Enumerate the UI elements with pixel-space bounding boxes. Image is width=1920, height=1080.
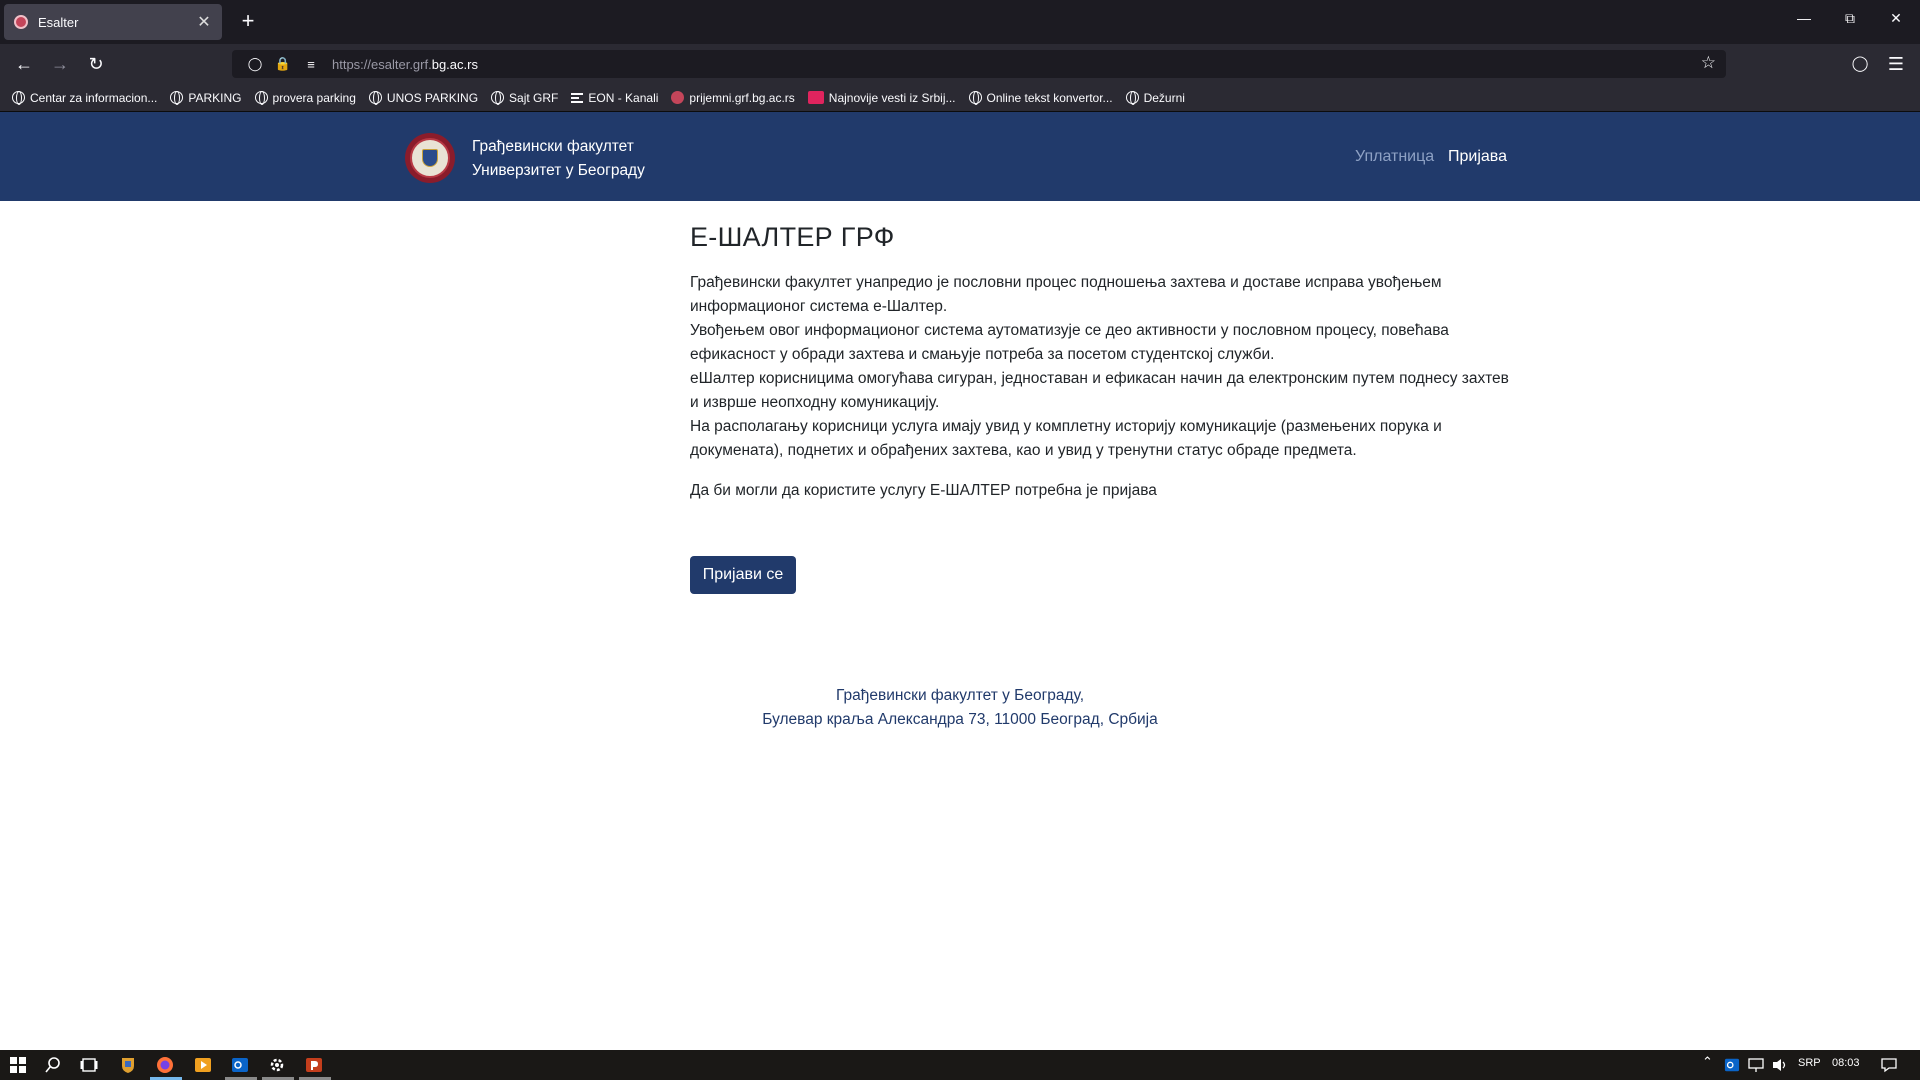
firefox-icon[interactable] <box>156 1056 174 1074</box>
footer-line-2: Булевар краља Александра 73, 11000 Беогр… <box>762 711 1158 728</box>
login-note: Да би могли да користите услугу Е-ШАЛТЕР… <box>690 482 1157 499</box>
logo-seal-icon <box>410 138 450 178</box>
globe-icon <box>1125 91 1139 105</box>
bookmark-item[interactable]: EON - Kanali <box>571 91 658 105</box>
pocket-icon[interactable]: ◯ <box>1848 52 1872 76</box>
bookmark-item[interactable]: Dežurni <box>1125 90 1185 105</box>
bookmarks-toolbar: Centar za informacion... PARKING provera… <box>0 84 1920 112</box>
intro-paragraph: Грађевински факултет унапредио је послов… <box>690 274 1442 315</box>
nav-payment-link[interactable]: Уплатница <box>1355 148 1434 166</box>
footer-line-1: Грађевински факултет у Београду, <box>835 687 1085 704</box>
bookmark-item[interactable]: PARKING <box>170 90 242 105</box>
bookmark-label: provera parking <box>272 90 356 105</box>
globe-icon <box>254 91 268 105</box>
lock-icon[interactable]: 🔒 <box>272 56 294 72</box>
login-button[interactable]: Пријави се <box>690 556 796 594</box>
bookmark-label: EON - Kanali <box>588 90 659 105</box>
bookmark-label: Sajt GRF <box>509 90 559 105</box>
media-player-icon[interactable] <box>194 1056 212 1074</box>
intro-paragraph: еШалтер корисницима омогућава сигуран, ј… <box>690 370 1509 411</box>
bookmark-star-icon[interactable]: ☆ <box>1701 53 1716 73</box>
taskbar: ⌃ SRP 08:03 <box>0 1050 1920 1080</box>
forward-icon[interactable]: → <box>48 52 72 76</box>
network-icon[interactable] <box>1747 1057 1765 1073</box>
reload-icon[interactable]: ↻ <box>84 52 108 76</box>
back-icon[interactable]: ← <box>12 52 36 76</box>
bookmark-label: Online tekst konvertor... <box>986 90 1113 105</box>
tray-outlook-icon[interactable] <box>1724 1057 1740 1073</box>
bookmark-label: UNOS PARKING <box>386 90 479 105</box>
address-bar[interactable]: ◯ 🔒 ≡ https://esalter.grf.bg.ac.rs ☆ <box>232 50 1726 78</box>
bookmark-item[interactable]: Sajt GRF <box>491 91 558 105</box>
new-tab-button[interactable]: + <box>236 10 260 32</box>
logo-shield-icon <box>422 149 438 167</box>
browser-toolbar: ← → ↻ ◯ 🔒 ≡ https://esalter.grf.bg.ac.rs… <box>0 44 1920 84</box>
url-domain: bg.ac.rs <box>431 56 478 72</box>
globe-icon <box>170 91 184 105</box>
site-brand[interactable]: Грађевински факултет Универзитет у Беогр… <box>472 135 645 183</box>
news-favicon-icon <box>807 91 824 104</box>
nav-login-link[interactable]: Пријава <box>1448 148 1507 166</box>
tab-title: Esalter <box>38 14 79 30</box>
main-content: Е-ШАЛТЕР ГРФ Грађевински факултет унапре… <box>690 222 1510 503</box>
faculty-logo[interactable] <box>405 133 455 183</box>
volume-icon[interactable] <box>1771 1057 1789 1073</box>
globe-icon <box>968 91 982 105</box>
site-favicon-icon <box>14 15 28 29</box>
notifications-icon[interactable] <box>1880 1057 1898 1073</box>
bookmark-item[interactable]: Online tekst konvertor... <box>968 90 1113 105</box>
close-window-icon[interactable]: ✕ <box>1884 10 1908 27</box>
language-indicator[interactable]: SRP <box>1798 1057 1821 1069</box>
url-text[interactable]: https://esalter.grf.bg.ac.rs <box>332 57 478 72</box>
site-footer: Грађевински факултет у Београду, Булевар… <box>0 684 1920 732</box>
restore-icon[interactable]: ⧉ <box>1838 10 1862 27</box>
bookmark-label: Centar za informacion... <box>30 90 158 105</box>
bookmark-item[interactable]: UNOS PARKING <box>368 90 479 105</box>
bookmark-label: PARKING <box>188 90 242 105</box>
site-header: Грађевински факултет Универзитет у Беогр… <box>0 112 1920 201</box>
permissions-icon[interactable]: ≡ <box>300 57 322 72</box>
globe-icon <box>491 91 505 105</box>
globe-icon <box>368 91 382 105</box>
bookmark-item[interactable]: Najnovije vesti iz Srbij... <box>807 90 956 105</box>
url-prefix: https://esalter.grf. <box>332 56 432 72</box>
menu-icon[interactable]: ☰ <box>1884 52 1908 76</box>
tray-overflow-icon[interactable]: ⌃ <box>1702 1054 1713 1070</box>
settings-gear-icon[interactable] <box>268 1056 286 1074</box>
outlook-icon[interactable] <box>231 1056 249 1074</box>
app-shield-icon[interactable] <box>119 1056 137 1074</box>
start-icon[interactable] <box>9 1056 27 1074</box>
close-tab-icon[interactable]: ✕ <box>196 12 212 32</box>
page-title: Е-ШАЛТЕР ГРФ <box>690 222 895 252</box>
bookmark-label: prijemni.grf.bg.ac.rs <box>689 90 795 105</box>
task-view-icon[interactable] <box>80 1056 98 1074</box>
browser-tab-bar: Esalter ✕ + — ⧉ ✕ <box>0 0 1920 44</box>
tracking-shield-icon[interactable]: ◯ <box>244 56 266 72</box>
clock[interactable]: 08:03 <box>1832 1057 1860 1069</box>
brand-line-2: Универзитет у Београду <box>472 162 645 179</box>
powerpoint-icon[interactable] <box>305 1056 323 1074</box>
globe-icon <box>12 91 25 105</box>
grf-favicon-icon <box>671 91 685 104</box>
intro-paragraph: На располагању корисници услуга имају ув… <box>690 418 1442 459</box>
intro-paragraph: Увођењем овог информационог система ауто… <box>690 322 1449 363</box>
bookmark-label: Najnovije vesti iz Srbij... <box>828 90 956 105</box>
search-icon[interactable] <box>44 1056 62 1074</box>
brand-line-1: Грађевински факултет <box>472 138 634 155</box>
browser-tab[interactable]: Esalter ✕ <box>4 4 222 40</box>
bookmark-item[interactable]: Centar za informacion... <box>12 91 157 105</box>
bookmark-label: Dežurni <box>1143 90 1185 105</box>
bookmark-item[interactable]: provera parking <box>254 90 356 105</box>
bookmark-item[interactable]: prijemni.grf.bg.ac.rs <box>671 90 795 105</box>
list-icon <box>571 92 584 103</box>
minimize-icon[interactable]: — <box>1792 10 1816 26</box>
